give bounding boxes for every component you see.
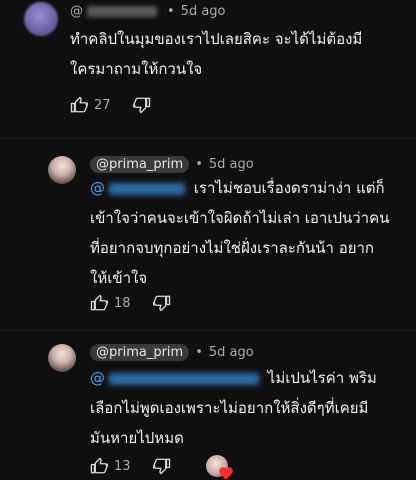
reply-meta: @prima_prim • 5d ago xyxy=(90,344,254,361)
reply-text: @ ไม่เปนไรค่า พริม เลือกไม่พูดเองเพราะไม… xyxy=(90,366,377,450)
blurred-mention xyxy=(109,372,259,385)
thumbs-up-icon[interactable] xyxy=(70,96,88,114)
mention-link[interactable]: @ xyxy=(90,369,105,387)
thumbs-down-icon[interactable] xyxy=(132,96,151,114)
heart-icon xyxy=(220,468,232,480)
thumbs-down-icon[interactable] xyxy=(152,294,171,312)
line-text: เราไม่ชอบเรื่องดราม่าง่า แต่ก็ xyxy=(193,179,385,197)
comment-line: ให้เข้าใจ xyxy=(90,269,148,287)
like-count: 18 xyxy=(114,295,131,311)
comment-line: @ เราไม่ชอบเรื่องดราม่าง่า แต่ก็ xyxy=(90,176,389,200)
divider xyxy=(0,330,416,331)
author-chip[interactable]: @prima_prim xyxy=(90,156,190,173)
comment-text: ทำคลิปในมุมของเราไปเลยสิคะ จะได้ไม่ต้องม… xyxy=(70,27,362,81)
comment-time: 5d ago xyxy=(208,157,254,172)
comment-line: ทำคลิปในมุมของเราไปเลยสิคะ จะได้ไม่ต้องม… xyxy=(70,30,363,48)
comment-line: ที่อยากจบทุกอย่างไม่ใช่ฝั่งเราละกันน้า อ… xyxy=(90,239,375,257)
thumbs-up-icon[interactable] xyxy=(90,457,108,475)
comment-line: @ ไม่เปนไรค่า พริม xyxy=(90,366,377,390)
author-chip[interactable]: @prima_prim xyxy=(90,344,190,361)
like-count: 13 xyxy=(114,458,131,474)
commenter-avatar[interactable] xyxy=(24,2,58,36)
mention-link[interactable]: @ xyxy=(90,179,105,197)
comment-meta: @ • 5d ago xyxy=(70,4,226,19)
comment-line: ใครมาถามให้กวนใจ xyxy=(70,60,203,78)
comment-actions: 27 xyxy=(70,96,151,114)
like-count: 27 xyxy=(94,97,111,113)
reply-avatar[interactable] xyxy=(48,344,76,372)
reply-meta: @prima_prim • 5d ago xyxy=(90,156,254,173)
blurred-mention xyxy=(109,182,185,195)
reply-text: @ เราไม่ชอบเรื่องดราม่าง่า แต่ก็ เข้าใจว… xyxy=(90,176,389,290)
comment-line: เข้าใจว่าคนจะเข้าใจผิดถ้าไม่เล่า เอาเปนว… xyxy=(90,209,390,227)
comment-time: 5d ago xyxy=(208,345,254,360)
thumbs-down-icon[interactable] xyxy=(152,457,171,475)
author-handle[interactable]: @ xyxy=(70,4,83,19)
reply-actions: 18 xyxy=(90,294,171,312)
thumbs-up-icon[interactable] xyxy=(90,294,108,312)
line-text: ไม่เปนไรค่า พริม xyxy=(267,369,377,387)
comment-line: มันหายไปหมด xyxy=(90,429,184,447)
comment-line: เลือกไม่พูดเองเพราะไม่อยากให้สิ่งดีๆที่เ… xyxy=(90,399,369,417)
blurred-author-name xyxy=(87,6,157,17)
comment-time: 5d ago xyxy=(180,4,226,19)
reply-avatar[interactable] xyxy=(48,156,76,184)
divider xyxy=(0,138,416,139)
reply-actions: 13 xyxy=(90,457,171,475)
